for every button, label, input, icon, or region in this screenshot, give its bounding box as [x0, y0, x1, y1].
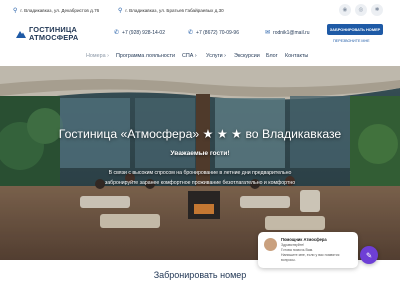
chat-message-line: Напишите мне, если у вас появятся: [281, 253, 340, 257]
instagram-icon[interactable]: ◎: [355, 4, 367, 16]
nav-item-spa[interactable]: СПА ›: [182, 53, 197, 59]
hero-photo: [0, 66, 400, 260]
nav-item-blog[interactable]: Блог: [266, 53, 278, 59]
address-2: ⚲ г. Владикавказ, ул. Братьев Габайраевы…: [118, 7, 224, 14]
location-pin-icon: ⚲: [118, 8, 123, 14]
hero-text-line-2: забронируйте заранее комфортное проживан…: [104, 180, 296, 186]
logo-line-2: АТМОСФЕРА: [29, 32, 79, 42]
mountain-icon: [16, 30, 26, 38]
hero-title: Гостиница «Атмосфера» ★ ★ ★ во Владикавк…: [58, 127, 342, 141]
chat-message-line: Здравствуйте!: [281, 243, 305, 247]
nav-item-services[interactable]: Услуги ›: [206, 53, 226, 59]
phone-icon: ✆: [114, 30, 120, 36]
address-1-text: г. Владикавказ, ул. Декабристов д.76: [20, 8, 100, 13]
location-pin-icon: ⚲: [13, 8, 18, 14]
chat-assistant-name: Помощник Атмосфера: [281, 237, 327, 242]
nav-item-loyalty[interactable]: Программа лояльности: [116, 53, 175, 59]
header: ГОСТИНИЦА АТМОСФЕРА ⚲ г. Владикавказ, ул…: [0, 0, 400, 66]
chat-widget-button[interactable]: ✎: [360, 246, 378, 264]
hotel-logo[interactable]: ГОСТИНИЦА АТМОСФЕРА: [16, 26, 78, 41]
main-nav: Номера › Программа лояльности СПА › Услу…: [0, 49, 400, 66]
chat-bubble-icon: ✎: [365, 250, 373, 260]
book-room-button[interactable]: ЗАБРОНИРОВАТЬ НОМЕР: [327, 24, 383, 35]
callback-link[interactable]: ПЕРЕЗВОНИТЕ МНЕ: [333, 39, 370, 43]
nav-item-rooms[interactable]: Номера ›: [86, 53, 109, 59]
hero-subtitle: Уважаемые гости!: [170, 150, 230, 157]
phone-1-text: +7 (928) 928-14-02: [122, 29, 165, 36]
phone-1[interactable]: ✆ +7 (928) 928-14-02: [114, 29, 165, 37]
nav-item-excursions[interactable]: Экскурсии: [234, 53, 260, 59]
phone-icon: ✆: [188, 30, 194, 36]
chat-popup[interactable]: Помощник Атмосфера Здравствуйте! Готова …: [258, 232, 358, 268]
hero-banner: Гостиница «Атмосфера» ★ ★ ★ во Владикавк…: [0, 66, 400, 260]
hero-text-line-1: В связи с высоким спросом на бронировани…: [108, 170, 292, 176]
booking-section-title: Забронировать номер: [153, 270, 247, 280]
settings-icon[interactable]: ✱: [371, 4, 383, 16]
nav-item-contacts[interactable]: Контакты: [285, 53, 308, 59]
address-1: ⚲ г. Владикавказ, ул. Декабристов д.76: [13, 7, 99, 14]
chat-message-line: Готова помочь Вам.: [281, 248, 314, 252]
phone-2[interactable]: ✆ +7 (8672) 70-09-96: [188, 29, 239, 37]
mail-icon: ✉: [265, 30, 271, 36]
assistant-avatar: [264, 238, 277, 251]
address-2-text: г. Владикавказ, ул. Братьев Габайраевых …: [125, 8, 224, 13]
vk-icon[interactable]: ◉: [339, 4, 351, 16]
phone-2-text: +7 (8672) 70-09-96: [196, 29, 239, 36]
email-text: rodnik1@mail.ru: [273, 29, 310, 36]
email-link[interactable]: ✉ rodnik1@mail.ru: [265, 29, 310, 37]
chat-message-line: вопросы.: [281, 258, 296, 262]
